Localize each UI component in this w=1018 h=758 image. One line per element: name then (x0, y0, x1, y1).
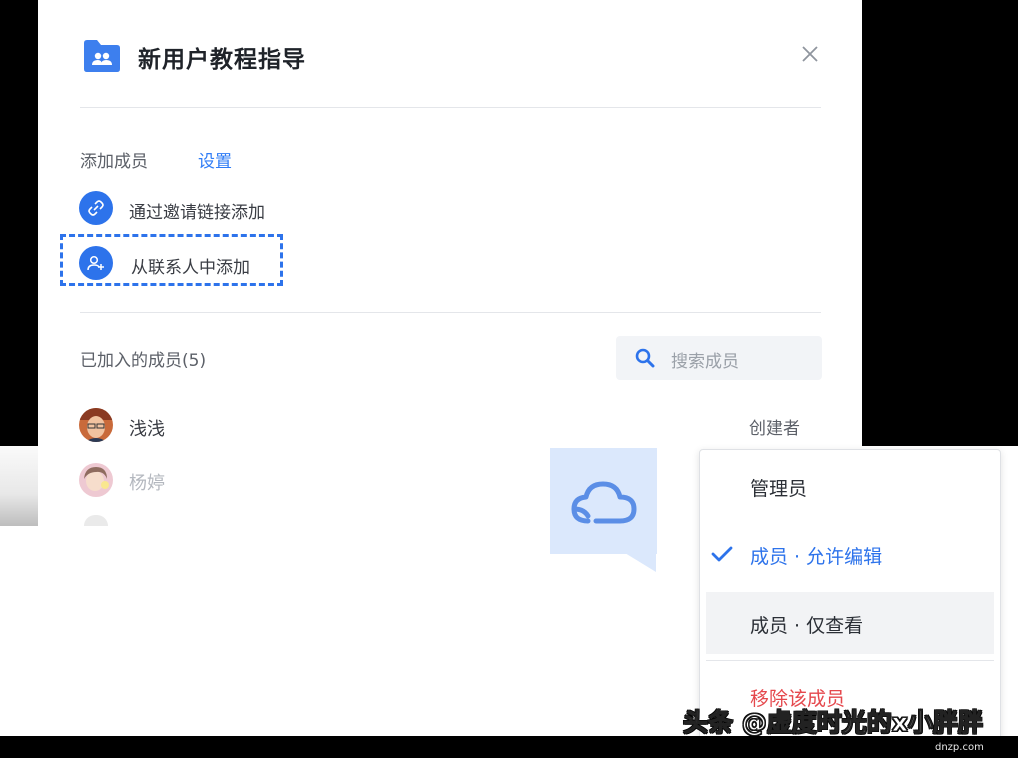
menu-divider (706, 660, 994, 661)
search-icon (635, 348, 655, 368)
shared-folder-icon (84, 40, 120, 72)
close-icon[interactable] (798, 42, 822, 66)
menu-item-admin[interactable]: 管理员 (706, 455, 994, 517)
menu-item-member-edit[interactable]: 成员 · 允许编辑 (706, 523, 994, 585)
search-placeholder: 搜索成员 (671, 352, 739, 372)
link-icon[interactable] (79, 191, 113, 225)
watermark-text: 头条 @虚度时光的x小胖胖 (683, 708, 984, 738)
watermark-site: dnzp.com (935, 742, 984, 753)
section-divider (80, 312, 821, 313)
left-fade-strip (0, 446, 38, 526)
member-role[interactable]: 创建者 (749, 414, 800, 439)
left-backdrop (0, 0, 38, 446)
dialog-title: 新用户教程指导 (138, 47, 306, 73)
member-name: 浅浅 (129, 419, 165, 440)
role-dropdown-menu: 管理员 成员 · 允许编辑 成员 · 仅查看 移除该成员 (699, 449, 1001, 741)
invite-link-option[interactable]: 通过邀请链接添加 (129, 198, 265, 223)
member-search-input[interactable]: 搜索成员 (616, 336, 822, 380)
check-icon (711, 546, 733, 562)
bottom-black-bar (0, 736, 1018, 758)
settings-link[interactable]: 设置 (198, 147, 232, 172)
menu-item-label: 管理员 (750, 478, 808, 500)
avatar (79, 463, 113, 497)
add-contact-icon[interactable] (79, 246, 113, 280)
joined-members-label: 已加入的成员(5) (80, 351, 207, 371)
header-divider (80, 107, 821, 108)
add-from-contacts-option[interactable]: 从联系人中添加 (131, 253, 250, 278)
menu-item-label: 成员 · 仅查看 (750, 615, 864, 637)
menu-item-label: 成员 · 允许编辑 (750, 546, 883, 568)
cloud-icon (571, 481, 637, 524)
menu-item-member-view[interactable]: 成员 · 仅查看 (706, 592, 994, 654)
member-name: 杨婷 (129, 473, 165, 494)
bubble-tail (620, 550, 656, 572)
add-members-label: 添加成员 (80, 152, 148, 172)
avatar (79, 408, 113, 442)
